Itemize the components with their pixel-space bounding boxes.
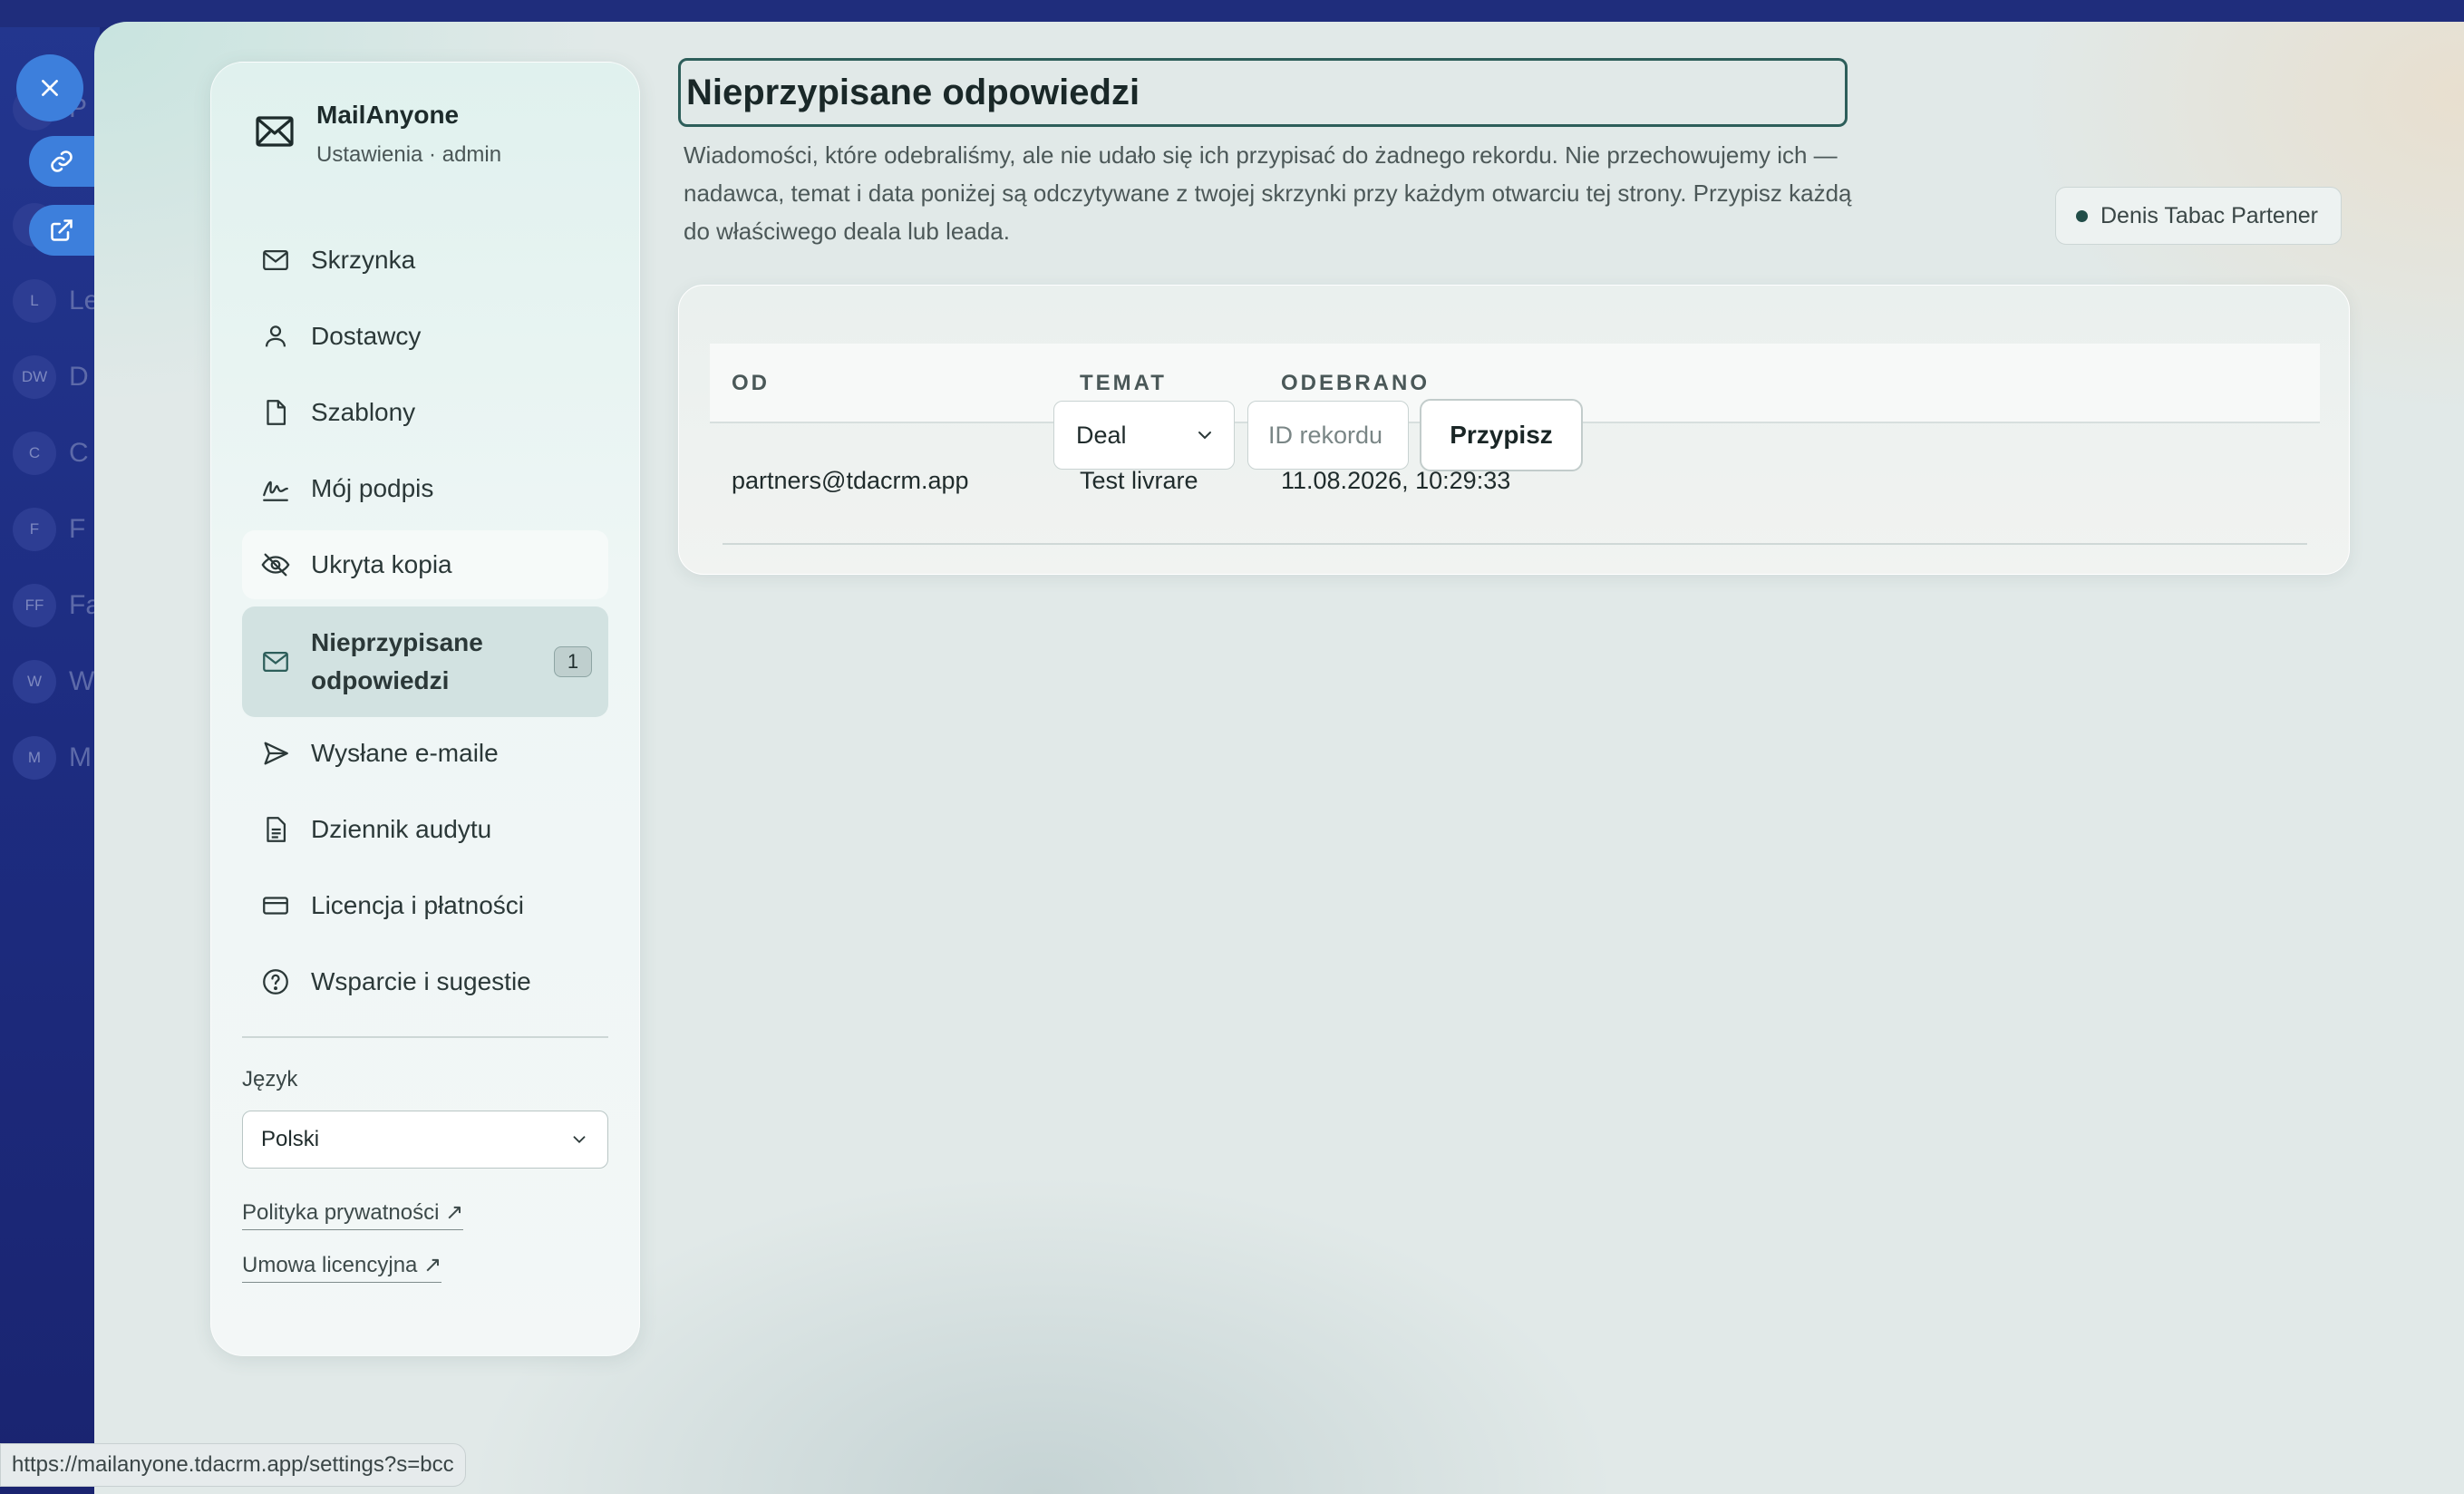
language-value: Polski bbox=[261, 1127, 320, 1151]
background-nav-item: MM bbox=[13, 736, 92, 780]
credit-card-icon bbox=[263, 897, 288, 915]
sidebar-item-label: Nieprzypisane odpowiedzi bbox=[311, 628, 483, 694]
user-name: Denis Tabac Partener bbox=[2100, 202, 2318, 228]
background-nav-item: FF Fa bbox=[13, 584, 101, 627]
background-nav-label: D bbox=[69, 362, 89, 392]
background-nav-label: F bbox=[69, 514, 86, 544]
sender-email: partners@tdacrm.app bbox=[732, 467, 969, 494]
external-link-icon bbox=[51, 219, 73, 241]
sidebar-item-label: Licencja i płatności bbox=[311, 891, 525, 919]
background-nav-item: L Le bbox=[13, 279, 99, 323]
count-badge: 1 bbox=[554, 646, 592, 677]
page-description: Wiadomości, które odebraliśmy, ale nie u… bbox=[684, 141, 1852, 245]
sidebar-item-szablony[interactable]: Szablony bbox=[242, 378, 608, 447]
sidebar-item-wyslane-e-maile[interactable]: Wysłane e-maile bbox=[242, 719, 608, 788]
sidebar-item-label: Szablony bbox=[311, 398, 416, 426]
sidebar-item-wsparcie-i-sugestie[interactable]: Wsparcie i sugestie bbox=[242, 947, 608, 1016]
sidebar-item-label: Skrzynka bbox=[311, 246, 416, 274]
sidebar-item-label: Wysłane e-maile bbox=[311, 739, 499, 767]
language-label: Język bbox=[242, 1067, 298, 1091]
avatar: M bbox=[13, 736, 56, 780]
sidebar-item-label: Dziennik audytu bbox=[311, 815, 492, 843]
divider bbox=[242, 1036, 608, 1038]
close-icon bbox=[42, 80, 58, 96]
chevron-down-icon bbox=[1198, 432, 1211, 440]
background-nav-item: FF bbox=[13, 508, 85, 551]
avatar: L bbox=[13, 279, 56, 323]
app-name: MailAnyone bbox=[316, 101, 460, 129]
send-icon bbox=[264, 742, 288, 765]
sidebar-item-ukryta-kopia[interactable]: Ukryta kopia bbox=[242, 530, 608, 599]
sidebar-item-licencja-i-platnosci[interactable]: Licencja i płatności bbox=[242, 871, 608, 940]
column-header-received: ODEBRANO bbox=[1281, 371, 1431, 395]
sidebar-item-label: Ukryta kopia bbox=[311, 550, 452, 578]
column-header-from: OD bbox=[732, 371, 770, 395]
sidebar-item-label: Wsparcie i sugestie bbox=[311, 967, 531, 995]
copy-link-button[interactable] bbox=[29, 136, 94, 187]
brand: MailAnyone Ustawienia · admin bbox=[253, 101, 501, 168]
mail-icon bbox=[256, 116, 294, 147]
record-id-placeholder: ID rekordu bbox=[1268, 421, 1383, 449]
sidebar-item-dziennik-audytu[interactable]: Dziennik audytu bbox=[242, 795, 608, 864]
background-nav-item: WW bbox=[13, 660, 94, 703]
record-id-input[interactable]: ID rekordu bbox=[1247, 401, 1409, 470]
link-icon bbox=[51, 150, 73, 172]
assign-button[interactable]: Przypisz bbox=[1420, 399, 1583, 471]
avatar: DW bbox=[13, 355, 56, 399]
sidebar-item-dostawcy[interactable]: Dostawcy bbox=[242, 302, 608, 371]
status-dot bbox=[2076, 209, 2088, 222]
row-divider bbox=[723, 543, 2307, 545]
status-url: https://mailanyone.tdacrm.app/settings?s… bbox=[0, 1443, 466, 1487]
signature-icon bbox=[263, 480, 288, 501]
sidebar-item-nieprzypisane-odpowiedzi[interactable]: Nieprzypisane odpowiedzi 1 bbox=[242, 606, 608, 717]
record-type-value: Deal bbox=[1076, 421, 1127, 449]
background-nav-label: C bbox=[69, 438, 89, 468]
background-nav-item: CC bbox=[13, 432, 89, 475]
record-type-select[interactable]: Deal bbox=[1053, 401, 1235, 470]
mail-icon bbox=[263, 651, 288, 673]
close-button[interactable] bbox=[16, 54, 83, 121]
avatar: C bbox=[13, 432, 56, 475]
background-nav-label: M bbox=[69, 742, 92, 772]
settings-sidebar: MailAnyone Ustawienia · admin Skrzynka D… bbox=[210, 62, 640, 1356]
user-chip: Denis Tabac Partener bbox=[2055, 187, 2342, 245]
app-subtitle: Ustawienia · admin bbox=[316, 142, 502, 167]
mail-icon bbox=[263, 249, 288, 271]
column-header-subject: TEMAT bbox=[1080, 371, 1167, 395]
settings-modal: MailAnyone Ustawienia · admin Skrzynka D… bbox=[94, 22, 2464, 1494]
sidebar-item-moj-podpis[interactable]: Mój podpis bbox=[242, 454, 608, 523]
sidebar-item-label: Mój podpis bbox=[311, 474, 434, 502]
file-icon bbox=[267, 400, 286, 425]
avatar: FF bbox=[13, 584, 56, 627]
subject: Test livrare bbox=[1080, 467, 1198, 494]
privacy-policy-link[interactable]: Polityka prywatności ↗ bbox=[242, 1199, 464, 1230]
background-nav-label: W bbox=[69, 666, 95, 696]
avatar: W bbox=[13, 660, 56, 703]
sidebar-item-label: Dostawcy bbox=[311, 322, 422, 350]
avatar: F bbox=[13, 508, 56, 551]
license-agreement-link[interactable]: Umowa licencyjna ↗ bbox=[242, 1252, 442, 1283]
user-icon bbox=[265, 325, 286, 347]
help-circle-icon bbox=[263, 969, 288, 994]
chevron-down-icon bbox=[573, 1136, 586, 1144]
document-icon bbox=[267, 817, 286, 842]
eye-off-icon bbox=[261, 553, 290, 577]
background-nav-item: DW D bbox=[13, 355, 89, 399]
open-external-button[interactable] bbox=[29, 205, 94, 256]
sidebar-item-skrzynka[interactable]: Skrzynka bbox=[242, 226, 608, 295]
language-select[interactable]: Polski bbox=[242, 1111, 608, 1169]
page-title: Nieprzypisane odpowiedzi bbox=[678, 58, 1848, 127]
